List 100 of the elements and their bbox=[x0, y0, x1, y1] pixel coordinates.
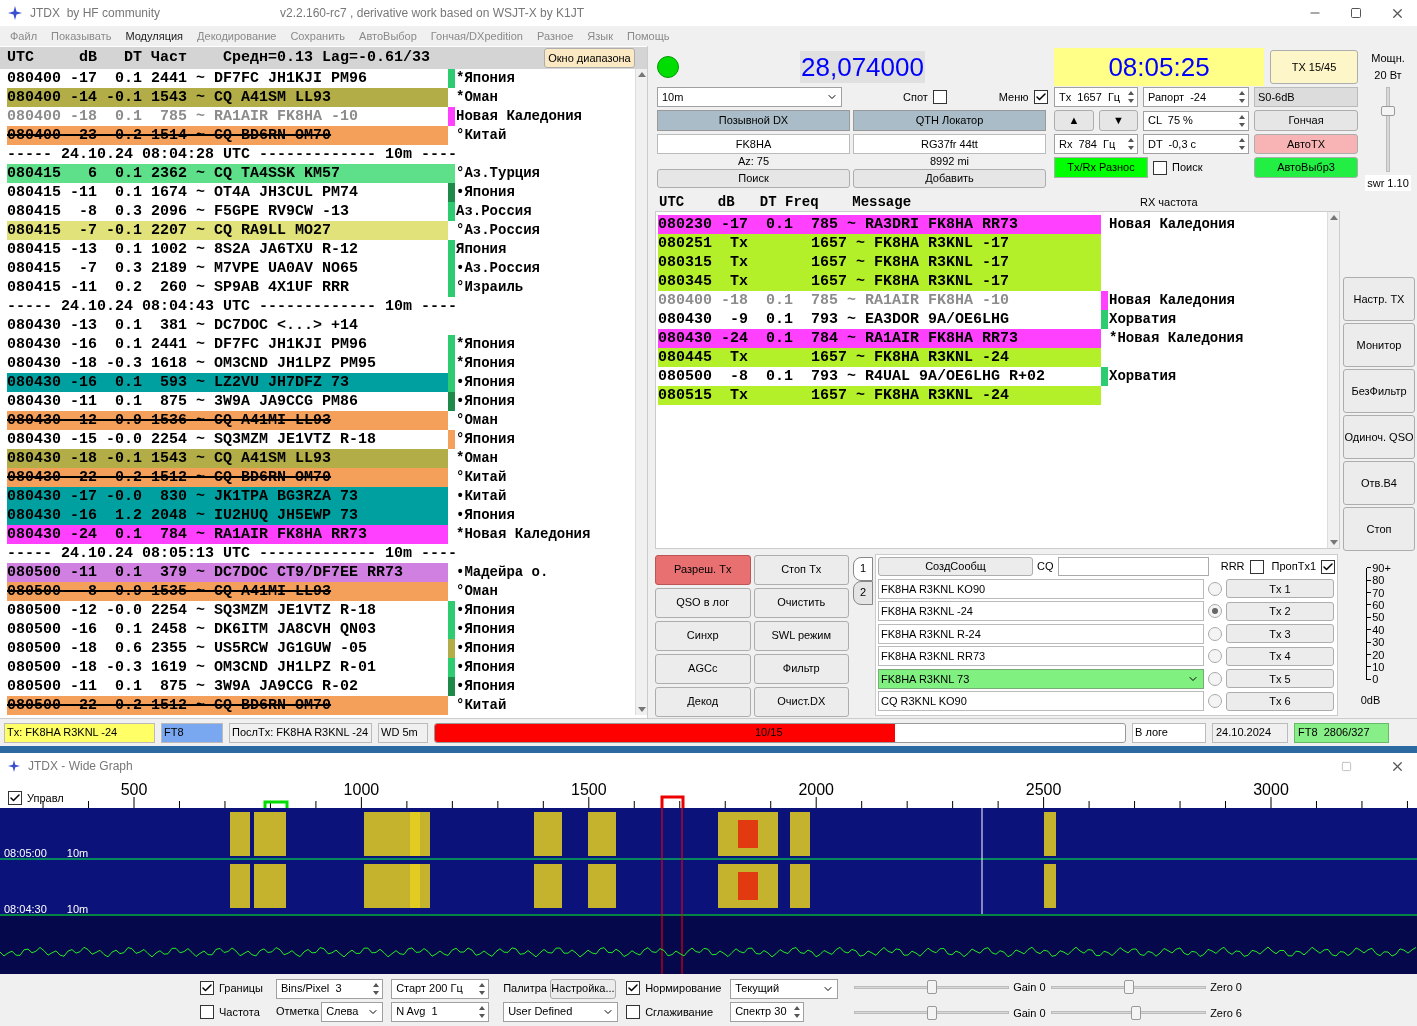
scroll-down-icon[interactable] bbox=[637, 707, 646, 712]
side-button[interactable]: Одиноч. QSO bbox=[1343, 415, 1415, 459]
cq-field[interactable] bbox=[1057, 557, 1209, 577]
spin-arrows-icon[interactable] bbox=[372, 981, 380, 996]
action-button[interactable]: Фильтр bbox=[753, 653, 849, 684]
scrollbar[interactable] bbox=[1327, 212, 1339, 548]
tx-button[interactable]: Tx 5 bbox=[1226, 669, 1334, 689]
side-button[interactable]: Настр. TX bbox=[1343, 277, 1415, 321]
checkbox[interactable] bbox=[932, 90, 947, 104]
palette-settings-button[interactable]: Настройка... bbox=[550, 978, 616, 999]
spin-arrows-icon[interactable] bbox=[1127, 137, 1135, 151]
message-field[interactable]: FK8HA R3KNL -24 bbox=[878, 601, 1204, 622]
spin-arrows-icon[interactable] bbox=[478, 1004, 487, 1019]
slider-thumb[interactable] bbox=[1131, 1005, 1142, 1020]
action-button[interactable]: Декод bbox=[655, 686, 751, 717]
message-tab[interactable]: 1 bbox=[853, 556, 873, 581]
slider-thumb[interactable] bbox=[1381, 105, 1395, 116]
toggle-button[interactable]: Tx/Rx Разнос bbox=[1054, 157, 1148, 178]
spin-arrows-icon[interactable] bbox=[1238, 90, 1246, 104]
spin-box[interactable]: Спектр 30 bbox=[730, 1001, 805, 1022]
action-button[interactable]: Разреш. Tx bbox=[655, 554, 751, 585]
spin-arrows-icon[interactable] bbox=[478, 981, 487, 996]
power-slider[interactable] bbox=[1381, 87, 1395, 172]
action-button[interactable]: AGCc bbox=[655, 653, 751, 684]
up-button[interactable]: ▲ bbox=[1054, 110, 1094, 131]
message-field[interactable]: CQ R3KNL KO90 bbox=[878, 691, 1204, 712]
radio-button[interactable] bbox=[1208, 671, 1222, 686]
action-button[interactable]: Стоп Tx bbox=[753, 554, 849, 585]
scroll-up-icon[interactable] bbox=[637, 72, 646, 77]
checkbox[interactable] bbox=[626, 1005, 641, 1020]
checkbox[interactable] bbox=[200, 980, 214, 995]
checkbox[interactable] bbox=[8, 791, 22, 806]
spin-arrows-icon[interactable] bbox=[1127, 90, 1135, 104]
spin-arrows-icon[interactable] bbox=[793, 1004, 802, 1019]
slider-thumb[interactable] bbox=[926, 980, 937, 995]
scroll-down-icon[interactable] bbox=[1329, 540, 1338, 545]
slider[interactable] bbox=[1051, 980, 1207, 995]
slider-thumb[interactable] bbox=[1123, 980, 1134, 995]
tx-button[interactable]: Tx 1 bbox=[1226, 579, 1334, 599]
radio-button[interactable] bbox=[1208, 581, 1222, 596]
generate-messages-button[interactable]: СоздСообщ bbox=[878, 557, 1034, 577]
scroll-up-icon[interactable] bbox=[1329, 215, 1338, 220]
dropdown[interactable]: 10m bbox=[657, 87, 842, 107]
radio-button[interactable] bbox=[1208, 604, 1222, 619]
spin-box[interactable]: Tx 1657 Гц bbox=[1054, 87, 1138, 107]
spin-box[interactable]: DT -0,3 с bbox=[1143, 134, 1249, 154]
checkbox[interactable] bbox=[1321, 559, 1335, 574]
hound-button[interactable]: Гончая bbox=[1254, 110, 1358, 131]
slider[interactable] bbox=[854, 1005, 1010, 1020]
slider[interactable] bbox=[854, 980, 1010, 995]
maximize-icon[interactable] bbox=[1350, 7, 1362, 19]
spin-box[interactable]: N Avg 1 bbox=[391, 1001, 490, 1022]
dropdown[interactable]: Текущий bbox=[730, 978, 839, 999]
dx-call-field[interactable]: FK8HA bbox=[657, 134, 850, 154]
scrollbar[interactable] bbox=[635, 69, 647, 715]
side-button[interactable]: БезФильтр bbox=[1343, 369, 1415, 413]
checkbox[interactable] bbox=[200, 1005, 214, 1020]
message-field[interactable]: FK8HA R3KNL RR73 bbox=[878, 646, 1204, 667]
message-field[interactable]: FK8HA R3KNL KO90 bbox=[878, 578, 1204, 599]
tx-button[interactable]: Tx 4 bbox=[1226, 646, 1334, 666]
action-button[interactable]: SWL режим bbox=[753, 620, 849, 651]
side-button[interactable]: Отв.B4 bbox=[1343, 461, 1415, 505]
checkbox[interactable] bbox=[1249, 559, 1264, 574]
toggle-button[interactable]: АвтоTX bbox=[1254, 134, 1358, 154]
slider-thumb[interactable] bbox=[926, 1005, 937, 1020]
radio-button[interactable] bbox=[1208, 626, 1222, 641]
spin-box[interactable]: CL 75 % bbox=[1143, 110, 1249, 131]
slider[interactable] bbox=[1051, 1005, 1207, 1020]
menu-item[interactable]: Модуляция bbox=[125, 27, 184, 45]
checkbox[interactable] bbox=[1153, 160, 1167, 175]
message-field[interactable]: FK8HA R3KNL R-24 bbox=[878, 623, 1204, 644]
action-button[interactable]: Очист.DX bbox=[753, 686, 849, 717]
tx-button[interactable]: Tx 6 bbox=[1226, 691, 1334, 711]
message-tab[interactable]: 2 bbox=[853, 580, 873, 605]
spin-box[interactable]: Bins/Pixel 3 bbox=[276, 978, 383, 999]
add-button[interactable]: Добавить bbox=[853, 169, 1046, 188]
toggle-button[interactable]: АвтоВыбр3 bbox=[1254, 157, 1358, 178]
spin-box[interactable]: Старт 200 Гц bbox=[391, 978, 490, 999]
spin-arrows-icon[interactable] bbox=[1238, 137, 1246, 151]
action-button[interactable]: Синхр bbox=[655, 620, 751, 651]
down-button[interactable]: ▼ bbox=[1099, 110, 1138, 131]
radio-button[interactable] bbox=[1208, 694, 1222, 709]
spin-box[interactable]: Rx 784 Гц bbox=[1054, 134, 1138, 154]
side-button[interactable]: Стоп bbox=[1343, 507, 1415, 551]
dropdown[interactable]: User Defined bbox=[503, 1001, 619, 1022]
tx-button[interactable]: Tx 3 bbox=[1226, 624, 1334, 644]
action-button[interactable]: Очистить bbox=[753, 587, 849, 618]
message-dropdown[interactable]: FK8HA R3KNL 73 bbox=[878, 668, 1204, 689]
tx-period-button[interactable]: TX 15/45 bbox=[1270, 50, 1358, 84]
radio-button[interactable] bbox=[1208, 649, 1222, 664]
tx-button[interactable]: Tx 2 bbox=[1226, 601, 1334, 621]
action-button[interactable]: QSO в лог bbox=[655, 587, 751, 618]
rx-frequency-marker[interactable] bbox=[263, 800, 289, 809]
tx-frequency-marker[interactable] bbox=[660, 795, 685, 809]
dropdown[interactable]: Слева bbox=[321, 1001, 384, 1022]
checkbox[interactable] bbox=[626, 980, 641, 995]
spin-arrows-icon[interactable] bbox=[1238, 113, 1246, 128]
spin-box[interactable]: Рапорт -24 bbox=[1143, 87, 1249, 107]
band-window-button[interactable]: Окно диапазона bbox=[544, 48, 635, 68]
lookup-button[interactable]: Поиск bbox=[657, 169, 850, 188]
